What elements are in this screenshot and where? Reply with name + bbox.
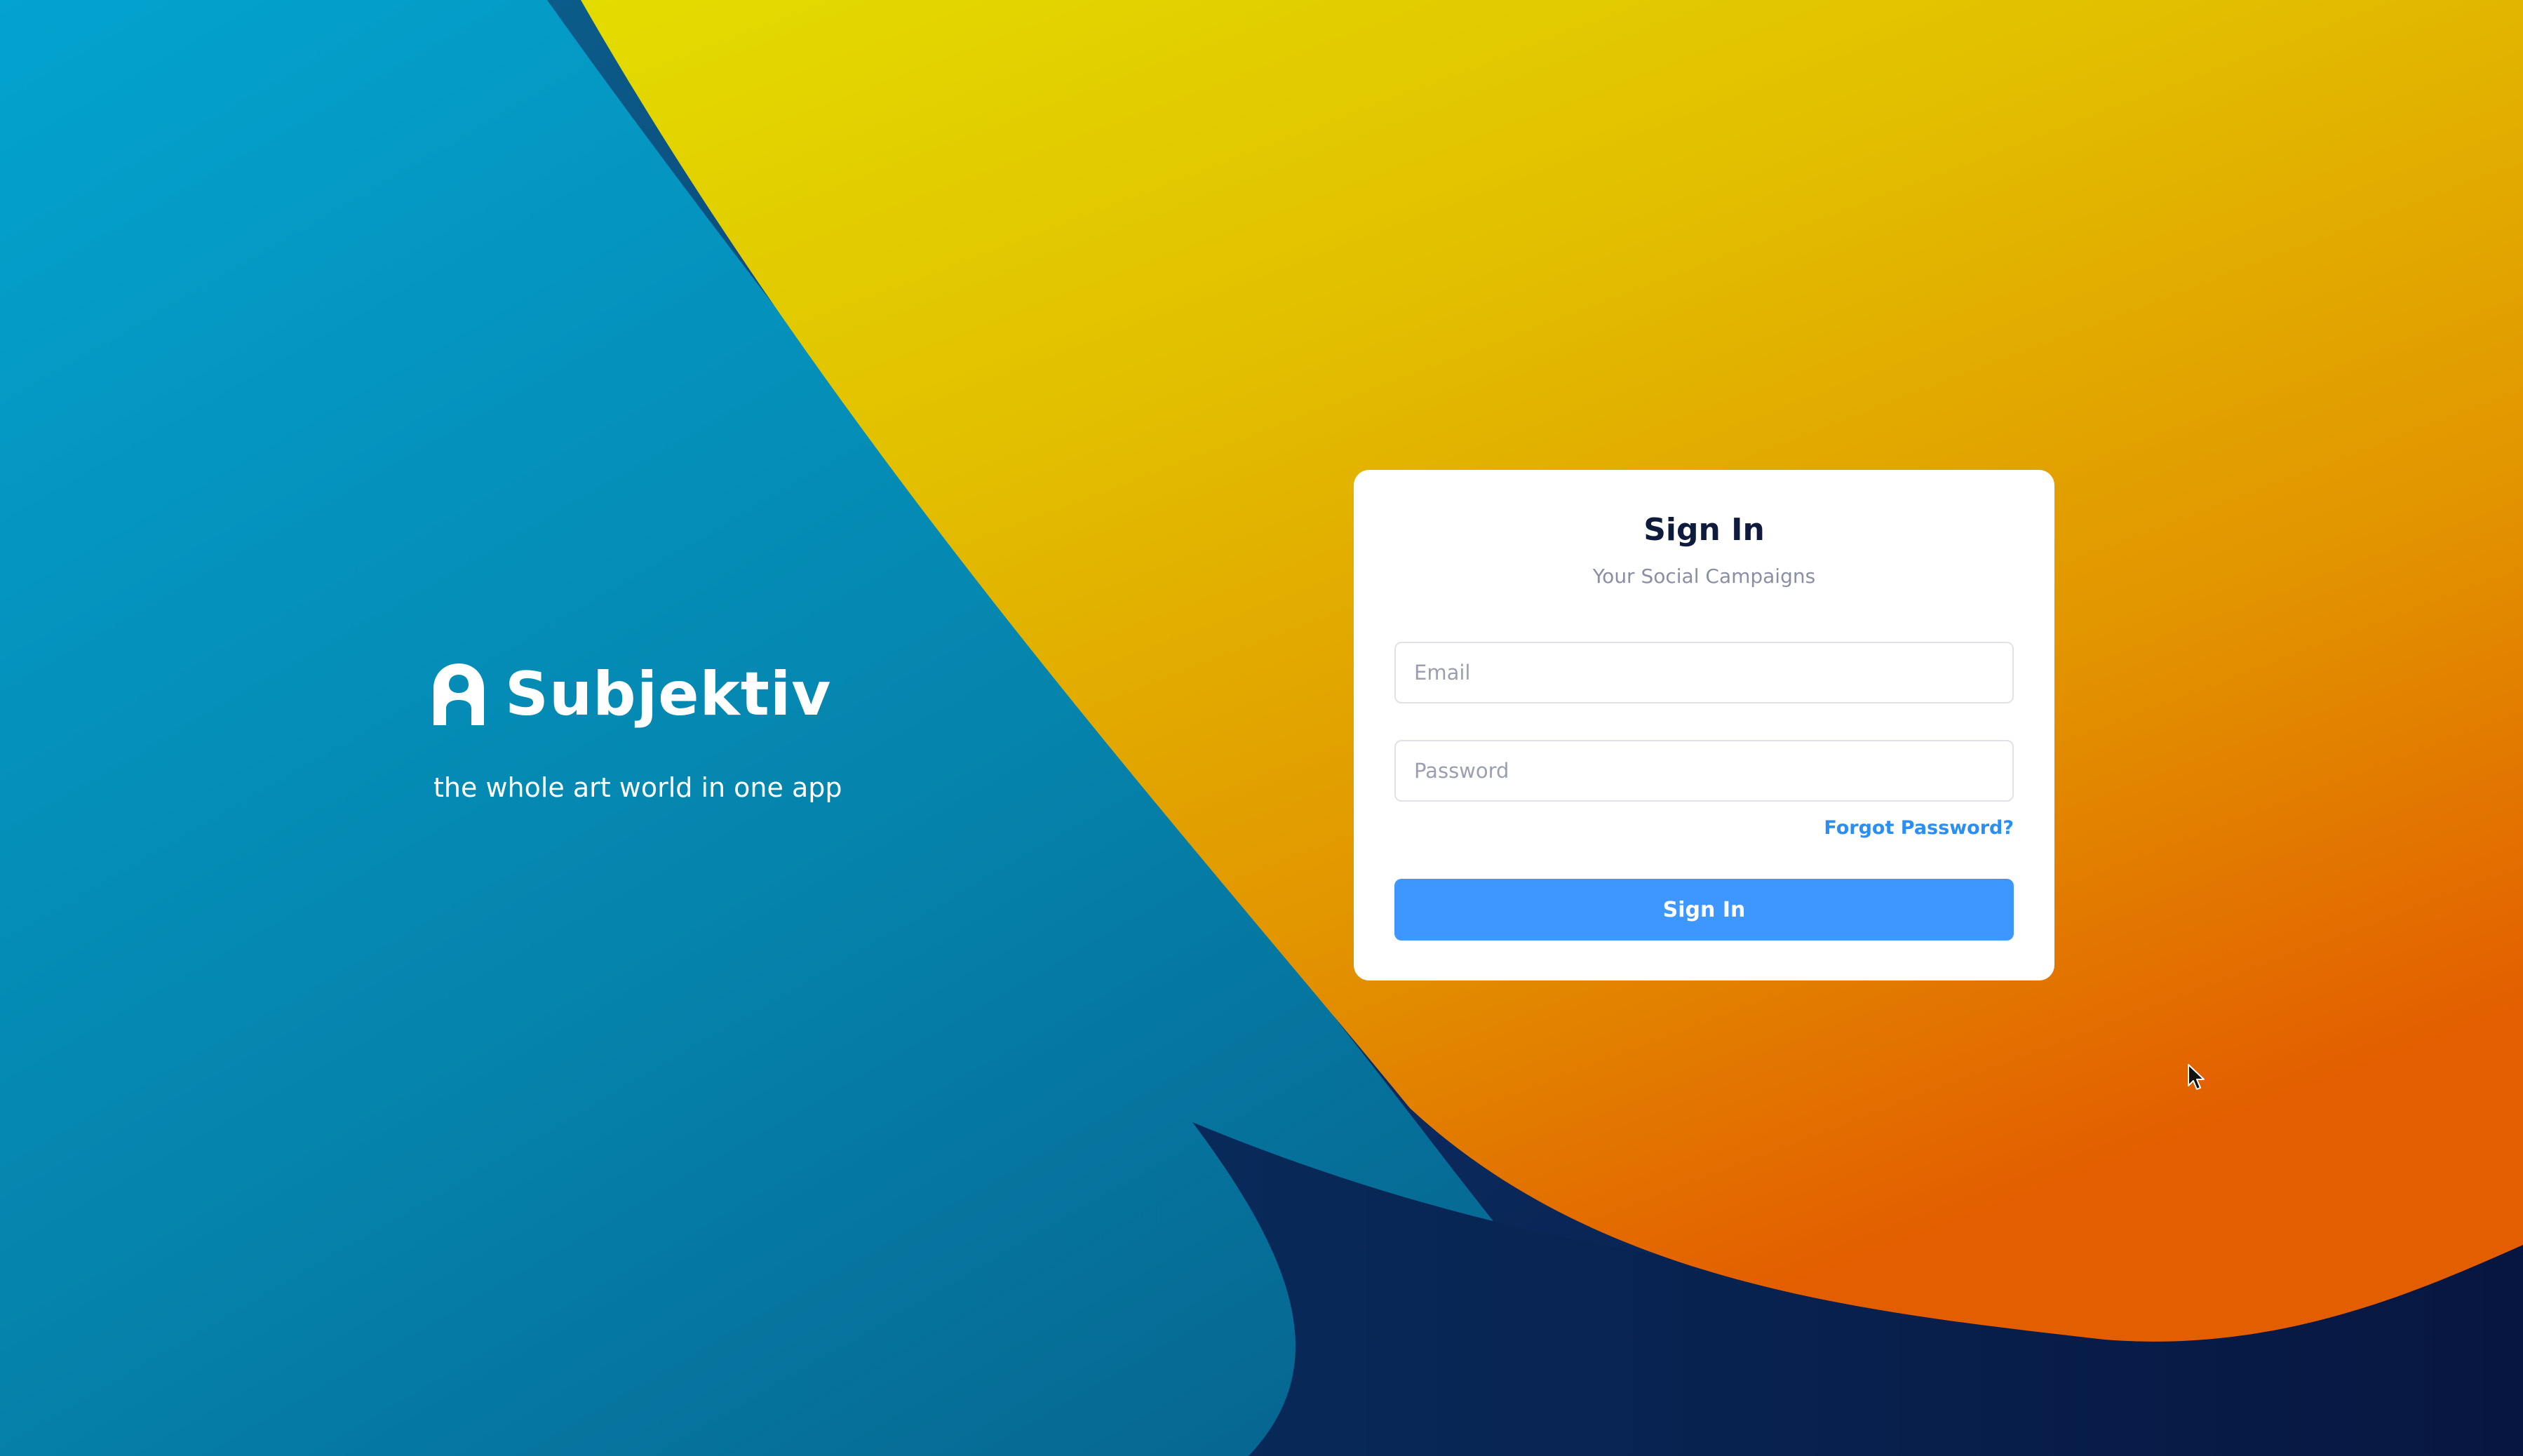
sign-in-button[interactable]: Sign In xyxy=(1394,879,2014,941)
password-field[interactable] xyxy=(1394,740,2014,802)
forgot-password-link[interactable]: Forgot Password? xyxy=(1824,816,2014,841)
email-field[interactable] xyxy=(1394,642,2014,703)
brand-tagline: the whole art world in one app xyxy=(433,772,842,803)
background-artwork xyxy=(0,0,2523,1456)
brand-logo-row: Subjektiv xyxy=(433,656,1065,733)
sign-in-card: Sign In Your Social Campaigns Forgot Pas… xyxy=(1354,470,2054,980)
sign-in-title: Sign In xyxy=(1643,512,1765,548)
brand-block: Subjektiv the whole art world in one app xyxy=(433,656,1065,804)
subjektiv-logo-icon xyxy=(433,663,484,725)
mouse-pointer-icon xyxy=(2188,1064,2205,1090)
login-page: Subjektiv the whole art world in one app… xyxy=(0,0,2523,1456)
brand-name: Subjektiv xyxy=(505,659,832,729)
sign-in-subtitle: Your Social Campaigns xyxy=(1592,565,1816,588)
